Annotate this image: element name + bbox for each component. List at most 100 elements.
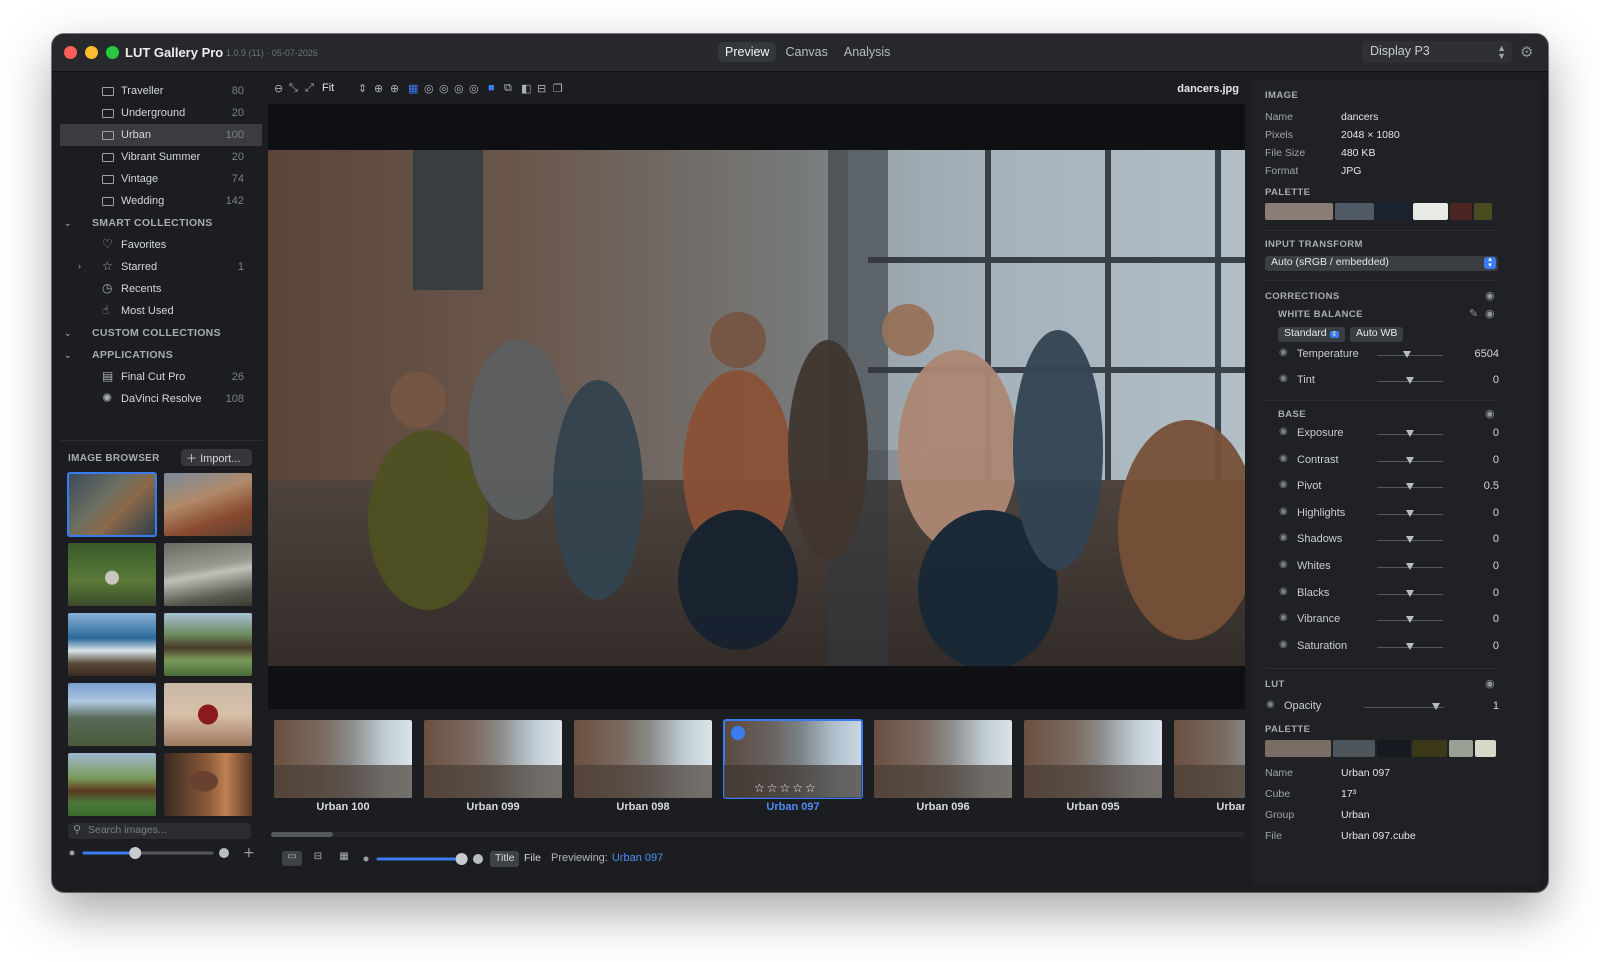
- preview-image[interactable]: [268, 150, 1245, 666]
- collection-item-selected[interactable]: Urban 100: [60, 124, 262, 146]
- lut-thumbnail[interactable]: Urban 100: [274, 720, 412, 813]
- slider-knob[interactable]: [1406, 616, 1414, 624]
- updown-icon[interactable]: ⇕: [358, 82, 367, 95]
- adjustment-value[interactable]: 0: [1493, 640, 1499, 652]
- filmstrip-size-slider[interactable]: [362, 850, 484, 868]
- adjustment-row-whites[interactable]: ◉ Whites 0: [1279, 558, 1499, 576]
- tab-preview[interactable]: Preview: [718, 42, 777, 62]
- adjustment-value[interactable]: 1: [1493, 700, 1499, 712]
- adjustment-row-highlights[interactable]: ◉ Highlights 0: [1279, 505, 1499, 523]
- applications-header[interactable]: ⌄ APPLICATIONS: [60, 344, 262, 366]
- channel-r-icon[interactable]: ◎: [424, 82, 434, 95]
- adjustment-value[interactable]: 0.5: [1484, 480, 1499, 492]
- slider-knob[interactable]: [1402, 351, 1411, 358]
- adjustment-value[interactable]: 0: [1493, 427, 1499, 439]
- single-view-icon[interactable]: ■: [488, 82, 495, 94]
- smart-item-favorites[interactable]: ♡ Favorites: [60, 234, 262, 256]
- grid-icon[interactable]: ▦: [408, 82, 418, 95]
- adjustment-value[interactable]: 0: [1493, 507, 1499, 519]
- zoom-actual-icon[interactable]: ⊕: [390, 82, 399, 95]
- minimize-window-button[interactable]: [85, 46, 98, 59]
- wb-mode-select[interactable]: Standard ⇕: [1278, 327, 1346, 342]
- label-mode-file-button[interactable]: File: [519, 851, 546, 867]
- lut-thumbnail[interactable]: Urban 094: [1174, 720, 1245, 813]
- thumbnail[interactable]: [68, 543, 156, 606]
- eye-icon[interactable]: ◉: [1279, 453, 1288, 464]
- eye-icon[interactable]: ◉: [1485, 307, 1495, 320]
- app-item-final-cut-pro[interactable]: ▤ Final Cut Pro 26: [60, 366, 262, 388]
- adjustment-value[interactable]: 0: [1493, 587, 1499, 599]
- tab-analysis[interactable]: Analysis: [837, 42, 898, 62]
- thumbnail[interactable]: [164, 613, 252, 676]
- eye-icon[interactable]: ◉: [1485, 677, 1495, 690]
- adjustment-row-contrast[interactable]: ◉ Contrast 0: [1279, 452, 1499, 470]
- collection-item[interactable]: Vintage 74: [60, 168, 262, 190]
- lut-thumbnail[interactable]: Urban 095: [1024, 720, 1162, 813]
- adjustment-row-saturation[interactable]: ◉ Saturation 0: [1279, 638, 1499, 656]
- filmstrip-view-icon[interactable]: ▭: [282, 851, 302, 866]
- thumbnail[interactable]: [68, 683, 156, 746]
- smart-item-recents[interactable]: ◷ Recents: [60, 278, 262, 300]
- compare-overlay-icon[interactable]: ⧉: [504, 82, 512, 95]
- auto-wb-button[interactable]: Auto WB: [1350, 327, 1404, 342]
- slider-knob[interactable]: [1406, 456, 1414, 464]
- slider-knob[interactable]: [1406, 483, 1414, 491]
- thumbnail[interactable]: [67, 472, 157, 537]
- display-profile-select[interactable]: Display P3 ▲ ▼: [1362, 41, 1512, 63]
- fit-button[interactable]: Fit: [322, 82, 334, 94]
- eye-icon[interactable]: ◉: [1279, 559, 1288, 570]
- slider-knob[interactable]: [129, 847, 142, 859]
- zoom-out-icon[interactable]: ⊖: [274, 82, 283, 95]
- adjustment-value[interactable]: 0: [1493, 533, 1499, 545]
- slider-knob[interactable]: [1406, 563, 1414, 570]
- slider-knob[interactable]: [1406, 589, 1414, 597]
- split-vertical-icon[interactable]: ◧: [521, 82, 531, 95]
- adjustment-row-exposure[interactable]: ◉ Exposure 0: [1279, 425, 1499, 443]
- close-window-button[interactable]: [64, 46, 77, 59]
- lut-thumbnail-selected[interactable]: ☆☆☆☆☆ Urban 097: [723, 719, 863, 813]
- previewing-value[interactable]: Urban 097: [612, 852, 663, 864]
- eye-icon[interactable]: ◉: [1279, 479, 1288, 490]
- custom-collections-header[interactable]: ⌄ CUSTOM COLLECTIONS: [60, 322, 262, 344]
- gear-icon[interactable]: ⚙: [1520, 43, 1533, 61]
- channel-g-icon[interactable]: ◎: [439, 82, 449, 95]
- thumbnail[interactable]: [68, 753, 156, 816]
- chevron-right-icon[interactable]: ›: [78, 261, 81, 271]
- channel-luma-icon[interactable]: ◎: [469, 82, 479, 95]
- eye-icon[interactable]: ◉: [1485, 407, 1495, 420]
- adjustment-row-vibrance[interactable]: ◉ Vibrance 0: [1279, 611, 1499, 629]
- eye-icon[interactable]: ◉: [1279, 426, 1288, 437]
- smart-item-most-used[interactable]: ☝ Most Used: [60, 300, 262, 322]
- lut-thumbnail[interactable]: Urban 096: [874, 720, 1012, 813]
- shrink-icon[interactable]: ⤡: [289, 82, 298, 95]
- adjustment-value[interactable]: 6504: [1475, 348, 1499, 360]
- channel-b-icon[interactable]: ◎: [454, 82, 464, 95]
- adjustment-row-pivot[interactable]: ◉ Pivot 0.5: [1279, 478, 1499, 496]
- split-horizontal-icon[interactable]: ⊟: [537, 82, 546, 95]
- input-transform-select[interactable]: Auto (sRGB / embedded) ▴ ▾: [1265, 256, 1498, 271]
- split-view-icon[interactable]: ⊟: [308, 851, 328, 866]
- eye-icon[interactable]: ◉: [1279, 586, 1288, 597]
- lut-thumbnail[interactable]: Urban 098: [574, 720, 712, 813]
- adjustment-row-tint[interactable]: ◉ Tint 0: [1279, 372, 1499, 390]
- expand-icon[interactable]: ⤢: [305, 82, 314, 95]
- eye-icon[interactable]: ◉: [1485, 289, 1495, 302]
- eye-icon[interactable]: ◉: [1279, 639, 1288, 650]
- eye-icon[interactable]: ◉: [1279, 373, 1288, 384]
- app-item-davinci-resolve[interactable]: ✺ DaVinci Resolve 108: [60, 388, 262, 410]
- collection-item[interactable]: Wedding 142: [60, 190, 262, 212]
- collection-item[interactable]: Underground 20: [60, 102, 262, 124]
- adjustment-row-temperature[interactable]: ◉ Temperature 6504: [1279, 346, 1499, 364]
- rating-stars-icon[interactable]: ☆☆☆☆☆: [754, 781, 818, 795]
- thumbnail-size-slider[interactable]: +: [68, 845, 254, 861]
- scrollbar-thumb[interactable]: [271, 832, 333, 837]
- adjustment-row-blacks[interactable]: ◉ Blacks 0: [1279, 585, 1499, 603]
- collection-item[interactable]: Vibrant Summer 20: [60, 146, 262, 168]
- adjustment-value[interactable]: 0: [1493, 560, 1499, 572]
- image-search-field[interactable]: ⚲ Search images...: [68, 823, 251, 839]
- smart-item-starred[interactable]: › ☆ Starred 1: [60, 256, 262, 278]
- collection-item[interactable]: Traveller 80: [60, 80, 262, 102]
- plus-icon[interactable]: +: [243, 845, 254, 861]
- eye-icon[interactable]: ◉: [1279, 612, 1288, 623]
- import-button[interactable]: ＋ Import...: [181, 449, 252, 466]
